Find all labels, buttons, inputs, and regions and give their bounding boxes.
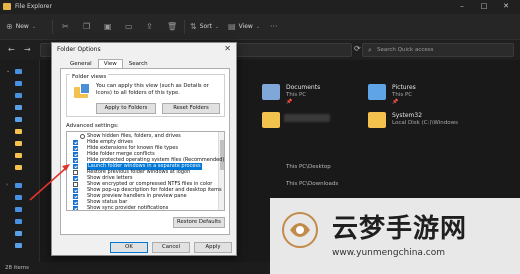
watermark-url: www.yunmengchina.com xyxy=(332,248,446,258)
arrow-line xyxy=(29,167,67,201)
watermark-text: 云梦手游网 xyxy=(332,214,468,244)
watermark-logo xyxy=(282,212,318,248)
watermark: 云梦手游网 www.yunmengchina.com xyxy=(270,198,520,274)
